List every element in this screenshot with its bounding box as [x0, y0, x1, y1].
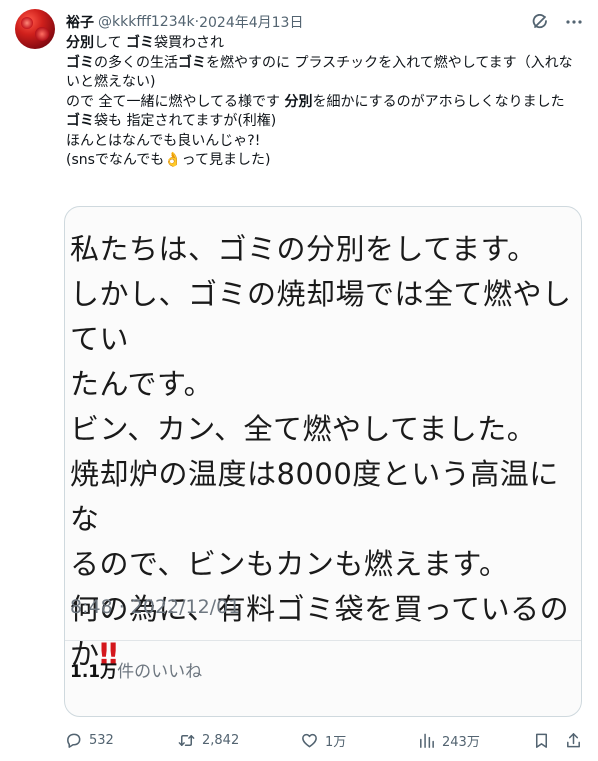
retweet-button[interactable]: 2,842	[177, 729, 239, 751]
screenshot-line: 私たちは、ゴミの分別をしてます。	[70, 232, 537, 266]
screenshot-line: 焼却炉の温度は8000度という高温にな	[70, 457, 559, 536]
hashtag-bunbetsu[interactable]: 分別	[66, 35, 94, 51]
hashtag-bunbetsu[interactable]: 分別	[284, 94, 312, 110]
ok-hand-icon: 👌	[164, 152, 182, 168]
views-button[interactable]: 243万	[417, 729, 480, 751]
like-button[interactable]: 1万	[300, 729, 346, 751]
hashtag-gomi[interactable]: ゴミ	[66, 55, 94, 71]
screenshot-line: たんです。	[70, 367, 214, 401]
tweet-header: 裕子 @kkkfff1234k · 2024年4月13日	[66, 12, 303, 32]
hashtag-gomi[interactable]: ゴミ	[178, 55, 206, 71]
text-span: 袋も 指定されてますが(利権)	[94, 113, 277, 129]
screenshot-line: ビン、カン、全て燃やしてました。	[70, 412, 537, 446]
retweet-count: 2,842	[202, 732, 240, 748]
text-span: (snsでなんでも	[66, 152, 165, 168]
like-count: 1万	[325, 734, 347, 750]
handle[interactable]: @kkkfff1234k	[98, 14, 195, 30]
retweet-icon	[178, 734, 195, 746]
bookmark-icon	[535, 733, 548, 748]
top-actions	[530, 12, 584, 32]
reply-icon	[67, 733, 81, 748]
screenshot-likes-label: 件のいいね	[117, 662, 203, 682]
tweet-line: ほんとはなんでも良いんじゃ?!	[66, 132, 261, 149]
tweet-line: ので 全て一緒に燃やしてる様です 分別を細かにするのがアホらしくなりました	[66, 93, 584, 113]
screenshot-likes: 1.1万件のいいね	[70, 657, 202, 682]
tweet-line: 分別して ゴミ袋買わされ	[66, 34, 584, 54]
screenshot-line: るので、ビンもカンも燃えます。	[70, 547, 509, 581]
more-icon[interactable]	[564, 12, 584, 32]
text-span: ので 全て一緒に燃やしてる様です	[66, 93, 285, 110]
reply-count: 532	[89, 732, 114, 748]
grok-icon[interactable]	[530, 12, 550, 32]
text-span: 袋買わされ	[154, 35, 225, 51]
bookmark-button[interactable]	[532, 729, 551, 751]
tweet-line: ゴミの多くの生活ゴミを燃やすのに プラスチックを入れて燃やしてます（入れないと燃…	[66, 54, 584, 93]
tweet-date[interactable]: 2024年4月13日	[199, 12, 303, 32]
screenshot-content: 私たちは、ゴミの分別をしてます。 しかし、ゴミの焼却場では全て燃やしてい たんで…	[65, 207, 581, 716]
tweet: 裕子 @kkkfff1234k · 2024年4月13日 分別して ゴミ袋買わさ…	[0, 0, 598, 761]
screenshot-timestamp: 8:48 · 2022/12/01	[70, 596, 241, 618]
view-count: 243万	[442, 734, 480, 750]
text-span: の多くの生活	[94, 54, 178, 71]
text-span: を細かにするのがアホらしくなりました	[312, 93, 565, 110]
heart-icon	[302, 733, 317, 747]
attached-image[interactable]: 私たちは、ゴミの分別をしてます。 しかし、ゴミの焼却場では全て燃やしてい たんで…	[64, 206, 582, 717]
tweet-line: (snsでなんでも👌って見ました)	[66, 151, 584, 171]
reply-button[interactable]: 532	[64, 729, 114, 751]
action-bar: 532 2,842 1万 243万	[64, 729, 584, 751]
tweet-line: ゴミ袋も 指定されてますが(利権)	[66, 112, 584, 132]
share-button[interactable]	[564, 729, 583, 751]
tweet-text: 分別して ゴミ袋買わされ ゴミの多くの生活ゴミを燃やすのに プラスチックを入れて…	[66, 34, 584, 171]
text-span: して	[94, 35, 127, 51]
screenshot-line: しかし、ゴミの焼却場では全て燃やしてい	[70, 277, 572, 356]
views-icon	[420, 733, 434, 748]
screenshot-divider	[65, 640, 581, 641]
text-span: って見ました)	[181, 152, 271, 168]
avatar[interactable]	[15, 9, 55, 49]
screenshot-likes-count: 1.1万	[70, 662, 118, 682]
share-icon	[567, 732, 580, 747]
hashtag-gomi[interactable]: ゴミ	[66, 113, 94, 129]
hashtag-gomi[interactable]: ゴミ	[126, 35, 154, 51]
display-name[interactable]: 裕子	[66, 12, 94, 32]
